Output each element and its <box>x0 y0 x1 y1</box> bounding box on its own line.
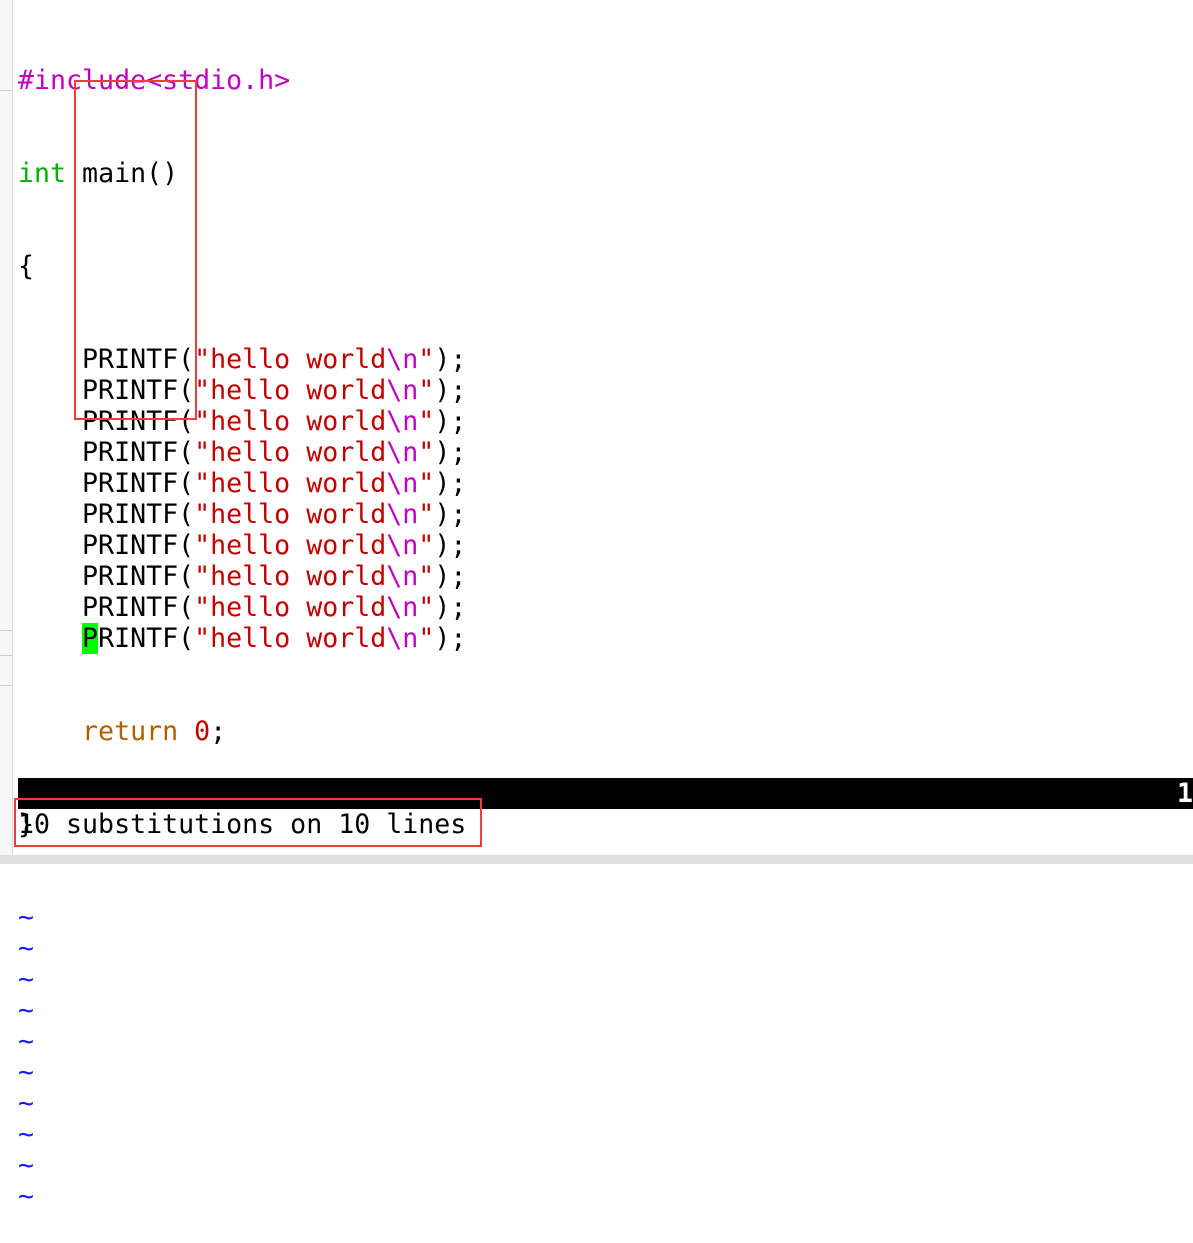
empty-line-tilde: ~ <box>18 964 35 995</box>
escape-sequence: \n <box>386 406 419 437</box>
escape-sequence: \n <box>386 623 419 654</box>
divider <box>0 655 12 656</box>
highlight-box-printf <box>74 80 197 420</box>
escape-sequence: \n <box>386 499 419 530</box>
function-name: PRINTF( <box>82 561 195 592</box>
code-line: return 0; <box>18 716 1193 747</box>
call-end: ); <box>434 468 467 499</box>
string-close: " <box>418 375 435 406</box>
status-right: 1 <box>1176 778 1193 809</box>
empty-line-tilde: ~ <box>18 1150 35 1181</box>
call-end: ); <box>434 530 467 561</box>
function-name: PRINTF( <box>82 468 195 499</box>
string-close: " <box>418 499 435 530</box>
empty-line-tilde: ~ <box>18 933 35 964</box>
divider <box>0 90 12 91</box>
empty-line-tilde: ~ <box>18 902 35 933</box>
function-name: RINTF( <box>98 623 195 654</box>
printf-line: PRINTF("hello world\n"); <box>18 623 1193 654</box>
string-close: " <box>418 437 435 468</box>
semicolon: ; <box>210 716 227 747</box>
printf-line: PRINTF("hello world\n"); <box>18 499 1193 530</box>
side-panel-edge <box>0 0 13 864</box>
open-brace: { <box>18 251 35 282</box>
string-literal: "hello world <box>194 561 387 592</box>
string-close: " <box>418 406 435 437</box>
call-end: ); <box>434 406 467 437</box>
escape-sequence: \n <box>386 437 419 468</box>
string-literal: "hello world <box>194 468 387 499</box>
printf-line: PRINTF("hello world\n"); <box>18 437 1193 468</box>
call-end: ); <box>434 623 467 654</box>
empty-line-tilde: ~ <box>18 1181 35 1212</box>
divider <box>0 630 12 631</box>
string-literal: "hello world <box>194 530 387 561</box>
highlight-box-message <box>14 798 482 847</box>
window-bottom-bar <box>0 855 1193 864</box>
printf-line: PRINTF("hello world\n"); <box>18 561 1193 592</box>
type-keyword: int <box>18 158 67 189</box>
string-close: " <box>418 530 435 561</box>
call-end: ); <box>434 561 467 592</box>
string-close: " <box>418 592 435 623</box>
escape-sequence: \n <box>386 375 419 406</box>
function-name: PRINTF( <box>82 592 195 623</box>
string-literal: "hello world <box>194 623 387 654</box>
escape-sequence: \n <box>386 561 419 592</box>
escape-sequence: \n <box>386 468 419 499</box>
printf-line: PRINTF("hello world\n"); <box>18 530 1193 561</box>
return-keyword: return <box>82 716 179 747</box>
string-literal: "hello world <box>194 406 387 437</box>
function-name: PRINTF( <box>82 437 195 468</box>
return-value: 0 <box>194 716 211 747</box>
empty-line-tilde: ~ <box>18 1057 35 1088</box>
call-end: ); <box>434 592 467 623</box>
printf-line: PRINTF("hello world\n"); <box>18 468 1193 499</box>
string-close: " <box>418 468 435 499</box>
call-end: ); <box>434 375 467 406</box>
empty-line-tilde: ~ <box>18 1026 35 1057</box>
string-literal: "hello world <box>194 375 387 406</box>
string-literal: "hello world <box>194 437 387 468</box>
cursor: P <box>82 623 99 654</box>
call-end: ); <box>434 437 467 468</box>
string-close: " <box>418 623 435 654</box>
empty-line-tilde: ~ <box>18 1088 35 1119</box>
empty-line-tilde: ~ <box>18 995 35 1026</box>
empty-line-tilde: ~ <box>18 1119 35 1150</box>
escape-sequence: \n <box>386 592 419 623</box>
string-close: " <box>418 561 435 592</box>
string-close: " <box>418 344 435 375</box>
string-literal: "hello world <box>194 592 387 623</box>
divider <box>0 685 12 686</box>
printf-line: PRINTF("hello world\n"); <box>18 592 1193 623</box>
escape-sequence: \n <box>386 344 419 375</box>
call-end: ); <box>434 499 467 530</box>
escape-sequence: \n <box>386 530 419 561</box>
string-literal: "hello world <box>194 344 387 375</box>
string-literal: "hello world <box>194 499 387 530</box>
function-name: PRINTF( <box>82 530 195 561</box>
function-name: PRINTF( <box>82 499 195 530</box>
call-end: ); <box>434 344 467 375</box>
